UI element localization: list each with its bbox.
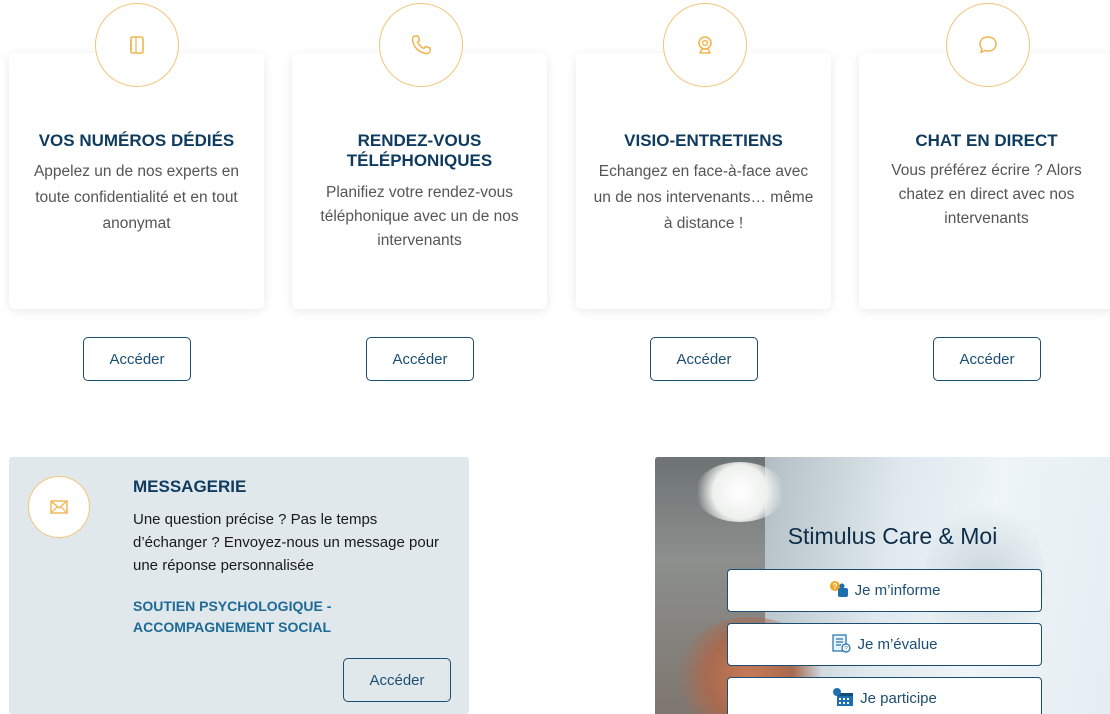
stimulus-care-promo: Stimulus Care & Moi ? Je m’informe ? Je … — [655, 457, 1110, 714]
messagerie-category-link[interactable]: SOUTIEN PSYCHOLOGIQUE - ACCOMPAGNEMENT S… — [133, 596, 393, 638]
je-mevalue-button[interactable]: ? Je m’évalue — [727, 623, 1042, 666]
checklist-icon: ? — [831, 633, 852, 657]
calendar-icon — [832, 687, 854, 711]
messagerie-title: MESSAGERIE — [133, 477, 247, 496]
je-minforme-button[interactable]: ? Je m’informe — [727, 569, 1042, 612]
promo-title: Stimulus Care & Moi — [787, 523, 998, 549]
service-card-rendez-vous: RENDEZ-VOUS TÉLÉPHONIQUES Planifiez votr… — [292, 53, 547, 309]
card-description: Planifiez votre rendez-vous téléphonique… — [320, 184, 519, 249]
webcam-icon — [663, 3, 747, 87]
card-title: VISIO-ENTRETIENS — [624, 131, 783, 150]
button-label: Je participe — [860, 690, 937, 707]
envelope-icon — [28, 476, 90, 538]
card-access-button[interactable]: Accéder — [366, 337, 474, 381]
card-access-button[interactable]: Accéder — [933, 337, 1041, 381]
service-card-visio: VISIO-ENTRETIENS Echangez en face-à-face… — [576, 53, 831, 309]
messagerie-panel: MESSAGERIE Une question précise ? Pas le… — [9, 457, 469, 714]
svg-text:?: ? — [832, 582, 837, 591]
service-card-chat: CHAT EN DIRECT Vous préférez écrire ? Al… — [859, 53, 1110, 309]
info-person-icon: ? — [829, 580, 849, 602]
card-title: RENDEZ-VOUS TÉLÉPHONIQUES — [346, 131, 493, 170]
button-label: Je m’informe — [854, 582, 941, 599]
flowers-decoration — [695, 462, 785, 522]
service-card-numeros: VOS NUMÉROS DÉDIÉS Appelez un de nos exp… — [9, 53, 264, 309]
messagerie-description: Une question précise ? Pas le temps d’éc… — [133, 511, 440, 574]
notebook-icon — [95, 3, 179, 87]
je-participe-button[interactable]: Je participe — [727, 677, 1042, 714]
card-access-button[interactable]: Accéder — [650, 337, 758, 381]
card-description: Echangez en face-à-face avec un de nos i… — [593, 163, 814, 232]
button-label: Je m’évalue — [857, 636, 938, 653]
card-description: Appelez un de nos experts en toute confi… — [33, 163, 240, 232]
card-title: VOS NUMÉROS DÉDIÉS — [38, 131, 235, 150]
card-access-button[interactable]: Accéder — [83, 337, 191, 381]
messagerie-access-button[interactable]: Accéder — [343, 658, 451, 702]
chat-bubble-icon — [946, 3, 1030, 87]
card-description: Vous préférez écrire ? Alors chatez en d… — [891, 162, 1082, 227]
phone-icon — [379, 3, 463, 87]
card-title: CHAT EN DIRECT — [915, 131, 1058, 150]
